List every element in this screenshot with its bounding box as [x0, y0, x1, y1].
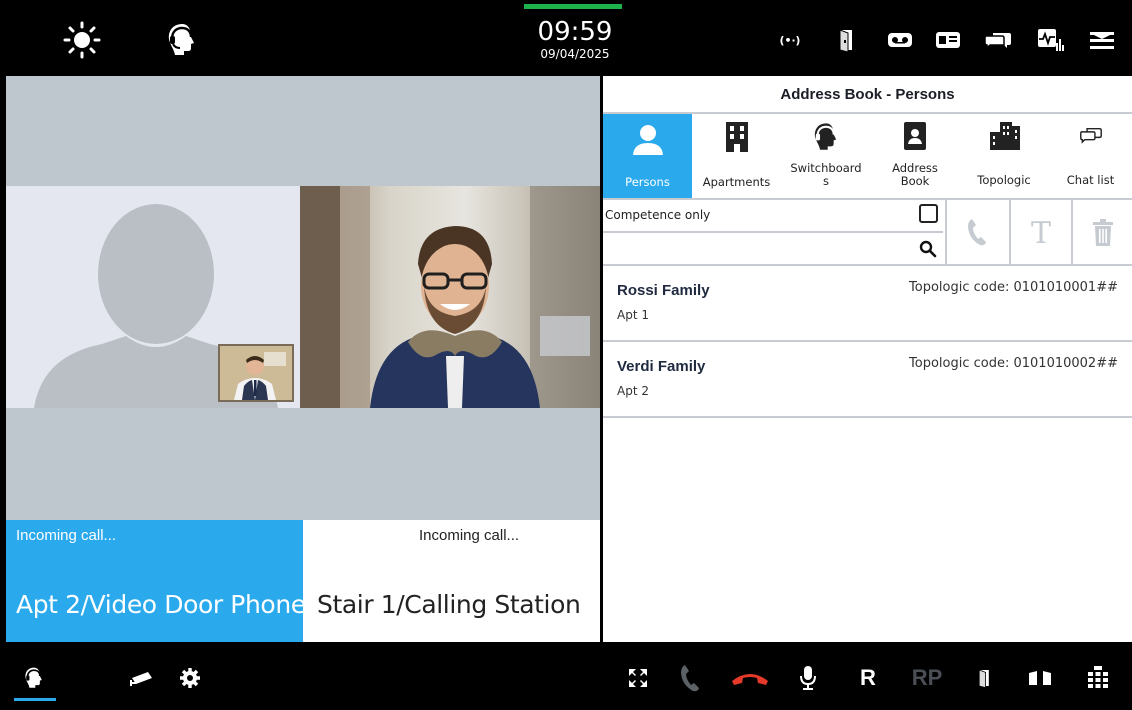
competence-checkbox[interactable]	[919, 204, 938, 223]
headset-icon	[814, 123, 837, 150]
list-item[interactable]: Verdi Family Apt 2 Topologic code: 01010…	[603, 342, 1132, 418]
entry-topologic-code: Topologic code: 0101010001##	[909, 280, 1118, 295]
search-row	[603, 235, 943, 264]
person-icon	[632, 125, 663, 155]
entry-apartment: Apt 1	[617, 308, 649, 322]
list-item[interactable]: Rossi Family Apt 1 Topologic code: 01010…	[603, 266, 1132, 342]
voicemail-icon[interactable]	[886, 26, 914, 54]
clock: 09:59 09/04/2025	[520, 18, 630, 62]
call-name: Apt 2/Video Door Phone 1	[16, 590, 329, 619]
chat-icon	[1079, 128, 1102, 144]
video-feed-placeholder	[6, 186, 300, 408]
gate-icon[interactable]	[1024, 662, 1056, 694]
panel-title: Address Book - Persons	[780, 86, 955, 103]
status-indicator-bar	[524, 4, 622, 9]
door-open-icon[interactable]	[968, 662, 1000, 694]
bottom-toolbar: R RP	[0, 642, 1132, 710]
top-bar: 09:59 09/04/2025 (•‧)	[0, 0, 1132, 76]
call-name: Stair 1/Calling Station	[317, 590, 581, 619]
entry-topologic-code: Topologic code: 0101010002##	[909, 356, 1118, 371]
call-status: Incoming call...	[419, 527, 520, 544]
filter-area: Competence only T	[603, 200, 1132, 266]
door-icon[interactable]	[832, 26, 860, 54]
self-view-pip[interactable]	[218, 344, 294, 402]
delete-button[interactable]	[1071, 200, 1132, 264]
settings-gear-icon[interactable]	[174, 662, 206, 694]
tab-address-book[interactable]: Address Book	[871, 114, 959, 198]
messages-icon[interactable]	[984, 26, 1012, 54]
tab-persons[interactable]: Persons	[603, 114, 692, 198]
hang-up-icon[interactable]	[728, 662, 772, 694]
switchboard-icon[interactable]	[18, 662, 50, 694]
video-area: Incoming call... Apt 2/Video Door Phone …	[6, 76, 600, 642]
call-status: Incoming call...	[16, 527, 117, 544]
keypad-icon[interactable]	[1082, 662, 1114, 694]
text-icon: T	[1031, 217, 1051, 247]
text-button[interactable]: T	[1009, 200, 1071, 264]
search-icon[interactable]	[919, 240, 937, 258]
buildings-icon	[990, 122, 1020, 150]
r-button[interactable]: R	[852, 662, 884, 694]
competence-filter: Competence only	[603, 200, 943, 233]
entry-name: Verdi Family	[617, 358, 706, 375]
operator-headset-icon[interactable]	[162, 20, 202, 60]
call-button[interactable]	[945, 200, 1007, 264]
contact-book-icon	[904, 122, 926, 150]
svg-text:T: T	[1031, 217, 1051, 247]
tab-chat-list[interactable]: Chat list	[1049, 114, 1132, 198]
monitoring-icon[interactable]	[1036, 26, 1064, 54]
camera-icon[interactable]	[126, 662, 158, 694]
address-book-tabs: Persons Apartments Switchboard s Address…	[603, 112, 1132, 200]
search-input[interactable]	[603, 235, 908, 263]
brightness-icon[interactable]	[62, 20, 102, 60]
competence-label: Competence only	[605, 208, 711, 222]
trash-icon	[1093, 219, 1113, 246]
video-feed-door-phone	[300, 186, 600, 408]
call-tile-active[interactable]: Incoming call... Apt 2/Video Door Phone …	[6, 520, 329, 642]
fullscreen-icon[interactable]	[622, 662, 654, 694]
microphone-icon[interactable]	[792, 662, 824, 694]
entry-name: Rossi Family	[617, 282, 710, 299]
address-book-panel: Address Book - Persons Persons Apartment…	[603, 76, 1132, 642]
menu-icon[interactable]	[1088, 26, 1116, 54]
call-tile[interactable]: Incoming call... Stair 1/Calling Station	[303, 520, 600, 642]
broadcast-icon[interactable]: (•‧)	[776, 26, 804, 54]
tab-switchboards[interactable]: Switchboard s	[781, 114, 871, 198]
building-icon	[725, 122, 748, 152]
rp-button[interactable]: RP	[906, 662, 948, 694]
phone-icon	[968, 219, 986, 246]
answer-call-icon[interactable]	[674, 662, 706, 694]
clock-date: 09/04/2025	[540, 47, 610, 61]
tab-apartments[interactable]: Apartments	[692, 114, 781, 198]
id-card-icon[interactable]	[934, 26, 962, 54]
tab-topologic[interactable]: Topologic	[959, 114, 1049, 198]
active-indicator	[14, 698, 56, 701]
clock-time: 09:59	[537, 17, 613, 47]
svg-text:(•‧): (•‧)	[780, 34, 801, 47]
entry-apartment: Apt 2	[617, 384, 649, 398]
